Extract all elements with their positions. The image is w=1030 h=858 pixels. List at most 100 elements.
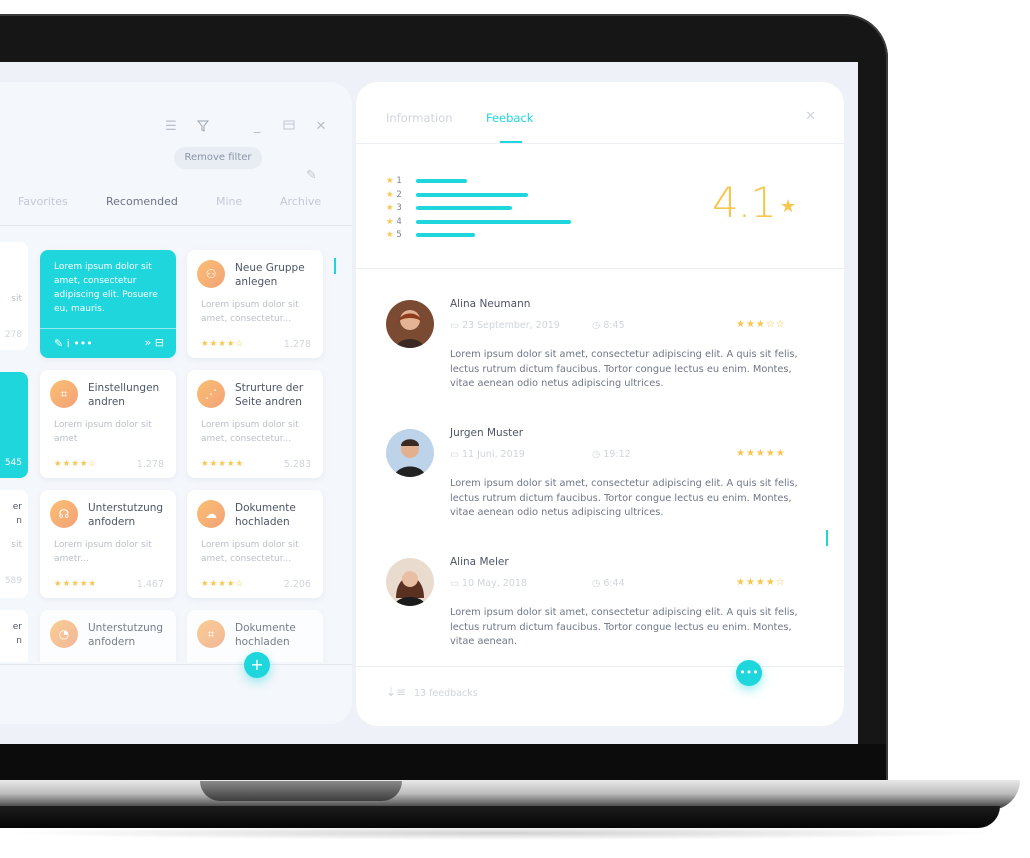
rating-bar-label: 3 [393,203,402,213]
scrollbar-thumb[interactable] [826,530,828,546]
rating-bar-label: 5 [393,230,402,240]
card-title: Dokumente hochladen [235,622,296,648]
star-icon: ★ [386,216,394,227]
pie-chart-icon: ◔ [50,620,78,648]
card[interactable]: ⌗ Einstellungen andren Lorem ipsum dolor… [40,370,176,478]
remove-filter-tooltip[interactable]: Remove filter [174,147,262,169]
tab-mine[interactable]: Mine [216,195,242,208]
card-stars: ★★★★★ [201,459,245,469]
maximize-icon[interactable] [282,120,296,134]
review-text: Lorem ipsum dolor sit amet, consectetur … [450,478,798,518]
review-date: ▭ 23 September, 2019 [450,320,560,331]
card-action-icons[interactable]: ✎ i ••• [54,337,93,350]
scrollbar-thumb[interactable] [334,258,336,274]
rating-bar-label: 4 [393,216,402,227]
star-icon: ★ [386,176,394,186]
card-stars: ★★★★★ [54,579,98,589]
card-description: Lorem ipsum dolor sit amet, consectetur.… [201,540,299,564]
cloud-upload-icon: ☁ [197,500,225,528]
review-stars: ★★★☆☆ [736,319,786,330]
reviewer-name: Alina Meler [450,556,509,568]
review-date: ▭ 11 Juni, 2019 [450,449,525,460]
laptop-notch [200,781,402,801]
time-text: 8:45 [603,320,625,331]
star-icon: ★ [386,189,394,200]
network-icon: ⋰ [197,380,225,408]
rating-bar [416,219,571,224]
card-count: 5.283 [283,459,311,470]
card-count: 1.278 [136,459,164,470]
list-icon[interactable]: ☰ [164,120,178,134]
date-text: 11 Juni, 2019 [462,449,525,460]
date-text: 10 May, 2018 [462,578,527,589]
divider [356,268,844,269]
tab-favorites[interactable]: Favorites [18,195,68,208]
rating-bar-row: ★ 5 [386,230,475,240]
card-title: Neue Gruppe anlegen [235,262,305,288]
partial-text: sit [11,540,22,550]
edit-pencil-icon[interactable]: ✎ [306,168,317,183]
card-actions: ✎ i ••• » ⊟ [40,328,176,358]
filter-icon[interactable] [196,120,210,134]
partial-card[interactable]: sit 278 [0,242,28,350]
review-stars: ★★★★☆ [736,577,786,588]
review-time: ◷ 6:44 [592,578,625,589]
card[interactable]: ⚇ Neue Gruppe anlegen Lorem ipsum dolor … [187,250,323,358]
feedback-count: 13 feedbacks [414,688,478,699]
close-icon[interactable]: ✕ [805,109,816,124]
review-text: Lorem ipsum dolor sit amet, consectetur … [450,607,798,647]
star-icon: ★ [386,230,394,240]
card-description: Lorem ipsum dolor sit amet, consectetur.… [201,420,299,444]
card[interactable]: ☁ Dokumente hochladen Lorem ipsum dolor … [187,490,323,598]
partial-card[interactable]: er n [0,610,28,670]
partial-card[interactable]: er n sit 589 [0,490,28,598]
card[interactable]: ⋰ Strurture der Seite andren Lorem ipsum… [187,370,323,478]
close-icon[interactable]: ✕ [314,120,328,134]
tab-information[interactable]: Information [386,111,453,125]
card-title: Unterstutzung anfodern [88,622,164,648]
window-toolbar: ☰ _ ✕ [164,120,328,134]
time-text: 19:12 [603,449,631,460]
card-title: Einstellungen andren [88,382,160,408]
average-rating: 4.1 [712,178,777,227]
partial-title: n [16,516,22,526]
more-options-button[interactable]: ••• [736,660,762,686]
card-stars: ★★★★☆ [54,459,98,469]
divider [356,666,844,667]
partial-count: 545 [4,458,22,468]
tab-archive[interactable]: Archive [280,195,321,208]
card-selected[interactable]: Lorem ipsum dolor sit amet, consectetur … [40,250,176,358]
divider [356,143,844,144]
card-expand-icon[interactable]: » ⊟ [145,328,164,358]
review-time: ◷ 8:45 [592,320,625,331]
card-description: Lorem ipsum dolor sit amet [54,420,152,444]
rating-bar-label: 2 [393,189,402,200]
rating-bar [416,179,468,183]
tab-recommended[interactable]: Recomended [106,195,178,208]
avatar [386,429,434,477]
laptop-base-bottom [0,806,1000,828]
add-button[interactable]: + [244,652,270,678]
rating-bar [416,192,528,197]
reviewer-name: Jurgen Muster [450,427,524,439]
card-title: Dokumente hochladen [235,502,296,528]
rating-bar [416,206,513,210]
minimize-icon[interactable]: _ [250,120,264,134]
stage: ☰ _ ✕ Remove filter ✎ Favorites Recomend… [0,0,1030,858]
fade-cover [0,662,352,724]
card[interactable]: ◔ Unterstutzung anfodern [40,610,176,670]
review-time: ◷ 19:12 [592,449,631,460]
rating-bar [416,233,475,237]
rating-bar-label: 1 [393,176,402,186]
group-icon: ⚇ [197,260,225,288]
sort-icon[interactable]: ⇣≡ [386,685,406,699]
laptop-shadow [0,826,1010,840]
star-icon: ★ [386,203,394,213]
tab-feedback[interactable]: Feeback [486,111,533,125]
card-description: Lorem ipsum dolor sit ametr... [54,540,152,564]
reviewer-name: Alina Neumann [450,298,531,310]
card-title: Unterstutzung anfodern [88,502,164,528]
star-icon: ★ [780,196,797,217]
card[interactable]: ☊ Unterstutzung anfodern Lorem ipsum dol… [40,490,176,598]
partial-teal-card[interactable]: 545 [0,372,28,478]
